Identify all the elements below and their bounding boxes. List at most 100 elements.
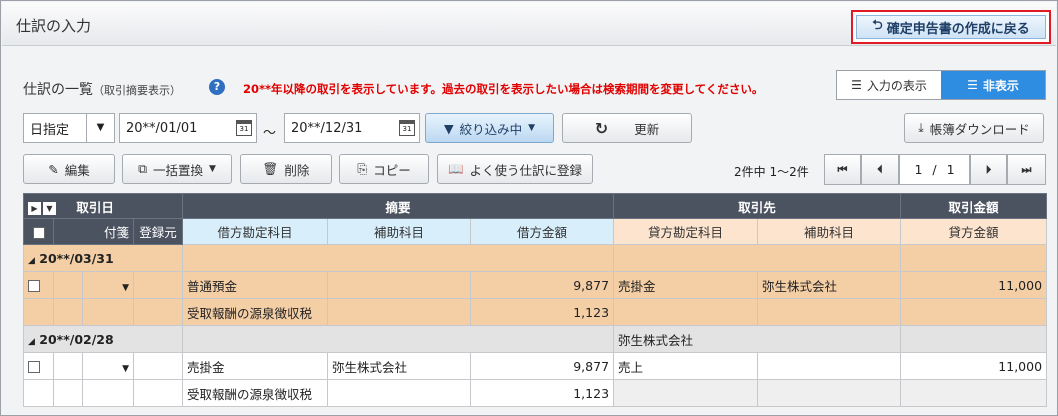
credit-account-header: 貸方勘定科目 xyxy=(613,218,759,245)
download-icon: ⤓ xyxy=(918,120,924,135)
input-display-toggle: ☰ 入力の表示 ☰ 非表示 xyxy=(836,70,1046,100)
table-row[interactable]: 受取報酬の源泉徴収税 1,123 xyxy=(23,298,1048,326)
group-date-text: 20**/02/28 xyxy=(39,331,114,347)
row-spacer xyxy=(23,379,54,407)
edit-button[interactable]: ✎ 編集 xyxy=(23,154,115,184)
row-spacer xyxy=(53,298,83,326)
table-row[interactable]: ▼ 普通預金 9,877 売掛金 弥生株式会社 11,000 xyxy=(23,271,1048,299)
date-mode-select[interactable]: 日指定 ▼ xyxy=(23,113,115,143)
calendar-icon[interactable]: 31 xyxy=(399,120,415,136)
return-arrow-icon: ⮌ xyxy=(872,18,883,33)
select-all-checkbox-cell[interactable] xyxy=(23,218,54,245)
credit-account-cell xyxy=(613,379,759,407)
table-row[interactable]: 受取報酬の源泉徴収税 1,123 xyxy=(23,379,1048,407)
last-page-button[interactable]: ⏭ xyxy=(1007,154,1046,185)
date-from-value: 20**/01/01 xyxy=(126,120,198,136)
book-plus-icon: 📖 xyxy=(447,161,464,176)
tag-dropdown[interactable]: ▼ xyxy=(82,352,134,380)
date-to-value: 20**/12/31 xyxy=(291,120,363,136)
registrar-cell xyxy=(133,379,183,407)
expand-icon[interactable]: ▶ xyxy=(28,201,41,215)
chevron-down-icon: ▼ xyxy=(86,114,114,142)
row-checkbox[interactable] xyxy=(28,280,40,292)
copy-label: コピー xyxy=(373,162,411,178)
prev-page-button[interactable]: ⏴ xyxy=(861,154,899,185)
replace-icon: ⧉ xyxy=(138,161,147,176)
register-favorite-button[interactable]: 📖 よく使う仕訳に登録 xyxy=(437,154,593,184)
group-partner: 弥生株式会社 xyxy=(613,325,902,353)
date-to-input[interactable]: 20**/12/31 31 xyxy=(284,113,420,143)
group-date: ◢ 20**/02/28 xyxy=(23,325,183,353)
row-spacer xyxy=(23,298,54,326)
credit-sub-cell: 弥生株式会社 xyxy=(757,271,902,299)
date-from-input[interactable]: 20**/01/01 31 xyxy=(119,113,257,143)
group-amount-cell xyxy=(900,244,1048,272)
credit-sub-header: 補助科目 xyxy=(757,218,902,245)
debit-account-cell: 受取報酬の源泉徴収税 xyxy=(182,298,328,326)
registrar-column-header: 登録元 xyxy=(133,218,183,245)
date-header-label: 取引日 xyxy=(76,199,114,215)
delete-button[interactable]: 🗑 削除 xyxy=(240,154,332,184)
row-spacer xyxy=(82,298,134,326)
table-subheader-row: 付箋 登録元 借方勘定科目 補助科目 借方金額 貸方勘定科目 補助科目 貸方金額 xyxy=(23,218,1048,245)
credit-sub-cell xyxy=(757,352,902,380)
credit-sub-cell xyxy=(757,379,902,407)
table-row[interactable]: ▼ 売掛金 弥生株式会社 9,877 売上 11,000 xyxy=(23,352,1048,380)
debit-amount-header: 借方金額 xyxy=(469,218,615,245)
refresh-button[interactable]: ↻ 更新 xyxy=(562,113,692,143)
help-icon[interactable]: ? xyxy=(209,79,225,95)
edit-label: 編集 xyxy=(64,162,90,178)
row-spacer xyxy=(82,379,134,407)
date-group-row[interactable]: ◢ 20**/03/31 xyxy=(23,244,1048,272)
bulk-replace-button[interactable]: ⧉ 一括置換 ▼ xyxy=(122,154,232,184)
pencil-icon: ✎ xyxy=(48,161,59,177)
hide-input-option[interactable]: ☰ 非表示 xyxy=(941,71,1045,99)
group-amount-cell xyxy=(900,325,1048,353)
ledger-download-button[interactable]: ⤓ 帳簿ダウンロード xyxy=(904,113,1044,143)
chevron-down-icon[interactable]: ▼ xyxy=(43,201,56,215)
row-checkbox-cell[interactable] xyxy=(23,271,54,299)
back-button-label: 確定申告書の作成に戻る xyxy=(886,21,1030,37)
narrow-label: 絞り込み中 xyxy=(459,121,523,137)
collapse-icon[interactable]: ◢ xyxy=(28,256,35,266)
credit-amount-cell xyxy=(900,298,1048,326)
page-total: 1 xyxy=(946,162,955,177)
chevron-down-icon: ▼ xyxy=(122,363,129,374)
registrar-cell xyxy=(133,352,183,380)
debit-account-header: 借方勘定科目 xyxy=(182,218,328,245)
page-input[interactable]: 1 / 1 xyxy=(899,154,970,185)
calendar-icon[interactable]: 31 xyxy=(236,120,252,136)
credit-account-cell: 売上 xyxy=(613,352,759,380)
date-column-header[interactable]: ▶ ▼ 取引日 xyxy=(23,193,183,219)
download-label: 帳簿ダウンロード xyxy=(929,121,1030,137)
row-spacer xyxy=(53,352,83,380)
back-to-tax-return-button[interactable]: ⮌ 確定申告書の作成に戻る xyxy=(851,10,1051,44)
row-checkbox-cell[interactable] xyxy=(23,352,54,380)
partner-column-header: 取引先 xyxy=(613,193,902,219)
narrow-filter-button[interactable]: ▼ 絞り込み中 ▼ xyxy=(425,113,554,143)
show-input-label: 入力の表示 xyxy=(866,78,927,93)
collapse-icon[interactable]: ◢ xyxy=(28,337,35,347)
tag-dropdown[interactable]: ▼ xyxy=(82,271,134,299)
debit-account-cell: 普通預金 xyxy=(182,271,328,299)
debit-account-cell: 売掛金 xyxy=(182,352,328,380)
row-checkbox[interactable] xyxy=(28,361,40,373)
chevron-down-icon: ▼ xyxy=(528,123,536,133)
debit-account-cell: 受取報酬の源泉徴収税 xyxy=(182,379,328,407)
credit-amount-cell xyxy=(900,379,1048,407)
hide-label: 非表示 xyxy=(982,78,1019,93)
date-group-row[interactable]: ◢ 20**/02/28 弥生株式会社 xyxy=(23,325,1048,353)
group-partner xyxy=(613,244,902,272)
select-all-checkbox[interactable] xyxy=(32,226,45,239)
show-input-option[interactable]: ☰ 入力の表示 xyxy=(837,71,941,99)
registrar-cell xyxy=(133,271,183,299)
debit-sub-cell xyxy=(327,271,471,299)
group-summary-cell xyxy=(181,325,615,353)
list-icon: ☰ xyxy=(967,78,978,92)
first-page-button[interactable]: ⏮ xyxy=(824,154,861,185)
register-favorite-label: よく使う仕訳に登録 xyxy=(469,162,583,178)
next-page-button[interactable]: ⏵ xyxy=(970,154,1007,185)
group-date: ◢ 20**/03/31 xyxy=(23,244,183,272)
copy-button[interactable]: ⎘ コピー xyxy=(339,154,429,184)
list-title-text: 仕訳の一覧 xyxy=(23,82,93,98)
